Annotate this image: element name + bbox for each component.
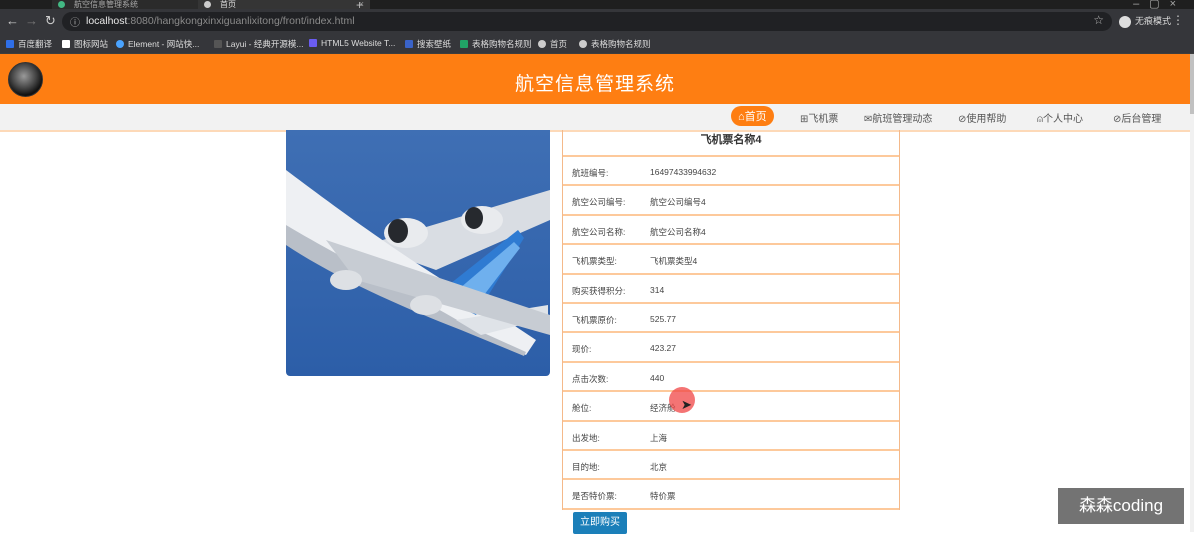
row-value: 423.27	[650, 343, 676, 354]
bookmark-star-icon[interactable]: ☆	[1093, 13, 1104, 27]
row-value: 航空公司编号4	[650, 197, 706, 208]
row-label: 出发地:	[572, 432, 600, 443]
site-header: 航空信息管理系统	[0, 54, 1190, 104]
row-label: 购买获得积分:	[572, 285, 626, 296]
bookmark-item[interactable]: Element - 网站快...	[116, 38, 199, 50]
row-value: 314	[650, 284, 665, 295]
bookmark-item[interactable]: 表格购物名规则	[579, 38, 651, 50]
nav-home[interactable]: ⌂首页	[731, 106, 774, 126]
bookmark-item[interactable]: HTML5 Website T...	[309, 38, 395, 48]
detail-row: 航空公司编号: 航空公司编号4	[563, 186, 899, 216]
bookmark-item[interactable]: Layui - 经典开源模...	[214, 38, 303, 50]
watermark: 森森coding	[1058, 488, 1184, 524]
buy-now-button[interactable]: 立即购买	[573, 512, 627, 534]
menu-icon[interactable]: ⋮	[1172, 13, 1184, 27]
row-value: 525.77	[650, 313, 676, 324]
browser-tab-strip: 航空信息管理系统 × 首页 × + –▢×	[0, 0, 1194, 12]
detail-row: 飞机票类型: 飞机票类型4	[563, 245, 899, 275]
row-value: 飞机票类型4	[650, 256, 698, 267]
row-label: 是否特价票:	[572, 491, 617, 502]
scrollbar[interactable]	[1190, 54, 1194, 532]
bookmark-item[interactable]: 首页	[538, 38, 567, 50]
mouse-cursor-icon: ➤	[681, 397, 692, 412]
bookmark-item[interactable]: 百度翻译	[6, 38, 52, 50]
browser-tab[interactable]: 航空信息管理系统 ×	[52, 0, 214, 9]
row-label: 点击次数:	[572, 373, 609, 384]
ticket-detail-panel: 飞机票名称4 航班编号: 16497433994632 航空公司编号: 航空公司编号…	[562, 130, 900, 510]
row-value: 特价票	[650, 491, 676, 502]
row-value: 北京	[650, 461, 668, 472]
detail-row: 点击次数: 440	[563, 363, 899, 393]
row-label: 目的地:	[572, 461, 600, 472]
row-value: 航空公司名称4	[650, 226, 706, 237]
nav-help[interactable]: ⊘使用帮助	[958, 110, 1006, 125]
tab-title: 航空信息管理系统	[74, 0, 138, 9]
detail-row: 飞机票原价: 525.77	[563, 304, 899, 334]
detail-row: 是否特价票: 特价票	[563, 480, 899, 510]
back-icon[interactable]: ←	[6, 14, 19, 28]
scrollbar-thumb[interactable]	[1190, 54, 1194, 114]
detail-row: 现价: 423.27	[563, 333, 899, 363]
detail-row: 舱位: 经济舱	[563, 392, 899, 422]
page-title: 航空信息管理系统	[514, 74, 675, 95]
nav-flight-news[interactable]: ✉航班管理动态	[864, 110, 932, 125]
info-icon[interactable]: ⓘ	[70, 14, 80, 29]
ticket-image	[286, 130, 550, 376]
detail-row: 目的地: 北京	[563, 451, 899, 481]
detail-row: 航班编号: 16497433994632	[563, 157, 899, 187]
bookmark-item[interactable]: 搜索壁纸	[405, 38, 451, 50]
nav-profile[interactable]: ⍝个人中心	[1037, 110, 1083, 125]
row-label: 航班编号:	[572, 168, 609, 178]
browser-tab-active[interactable]: 首页 ×	[198, 0, 370, 9]
nav-admin[interactable]: ⊘后台管理	[1113, 110, 1161, 125]
incognito-profile[interactable]: 无痕模式	[1119, 14, 1171, 28]
row-label: 航空公司编号:	[572, 197, 626, 208]
ticket-name: 飞机票名称4	[563, 130, 899, 157]
row-label: 飞机票原价:	[572, 314, 617, 325]
detail-row: 出发地: 上海	[563, 422, 899, 451]
main-nav: ⌂首页 ⊞飞机票 ✉航班管理动态 ⊘使用帮助 ⍝个人中心 ⊘后台管理	[0, 104, 1190, 132]
detail-row: 购买获得积分: 314	[563, 275, 899, 304]
bookmark-item[interactable]: 表格购物名规则	[460, 38, 532, 50]
row-label: 现价:	[572, 344, 592, 355]
forward-icon[interactable]: →	[25, 14, 38, 28]
row-value: 440	[650, 372, 665, 383]
row-value: 16497433994632	[650, 167, 717, 177]
row-value: 上海	[650, 432, 668, 443]
avatar	[1119, 15, 1131, 28]
row-label: 航空公司名称:	[572, 226, 626, 237]
tab-title: 首页	[220, 0, 236, 9]
bookmarks-bar: 百度翻译 图标网站 Element - 网站快... Layui - 经典开源模…	[0, 34, 1194, 54]
globe-favicon-icon	[204, 1, 211, 8]
url-text: localhost:8080/hangkongxinxiguanlixitong…	[86, 15, 355, 27]
row-label: 飞机票类型:	[572, 256, 617, 267]
row-label: 舱位:	[572, 403, 592, 414]
bookmark-item[interactable]: 图标网站	[62, 38, 108, 50]
nav-tickets[interactable]: ⊞飞机票	[800, 110, 838, 125]
address-input[interactable]: ⓘ localhost:8080/hangkongxinxiguanlixito…	[62, 12, 1112, 31]
airplane-photo	[286, 130, 550, 376]
reload-icon[interactable]: ↻	[45, 14, 56, 28]
address-bar-row: ← → ↻ ⓘ localhost:8080/hangkongxinxiguan…	[0, 9, 1194, 34]
detail-row: 航空公司名称: 航空公司名称4	[563, 216, 899, 246]
vue-favicon-icon	[58, 1, 65, 8]
